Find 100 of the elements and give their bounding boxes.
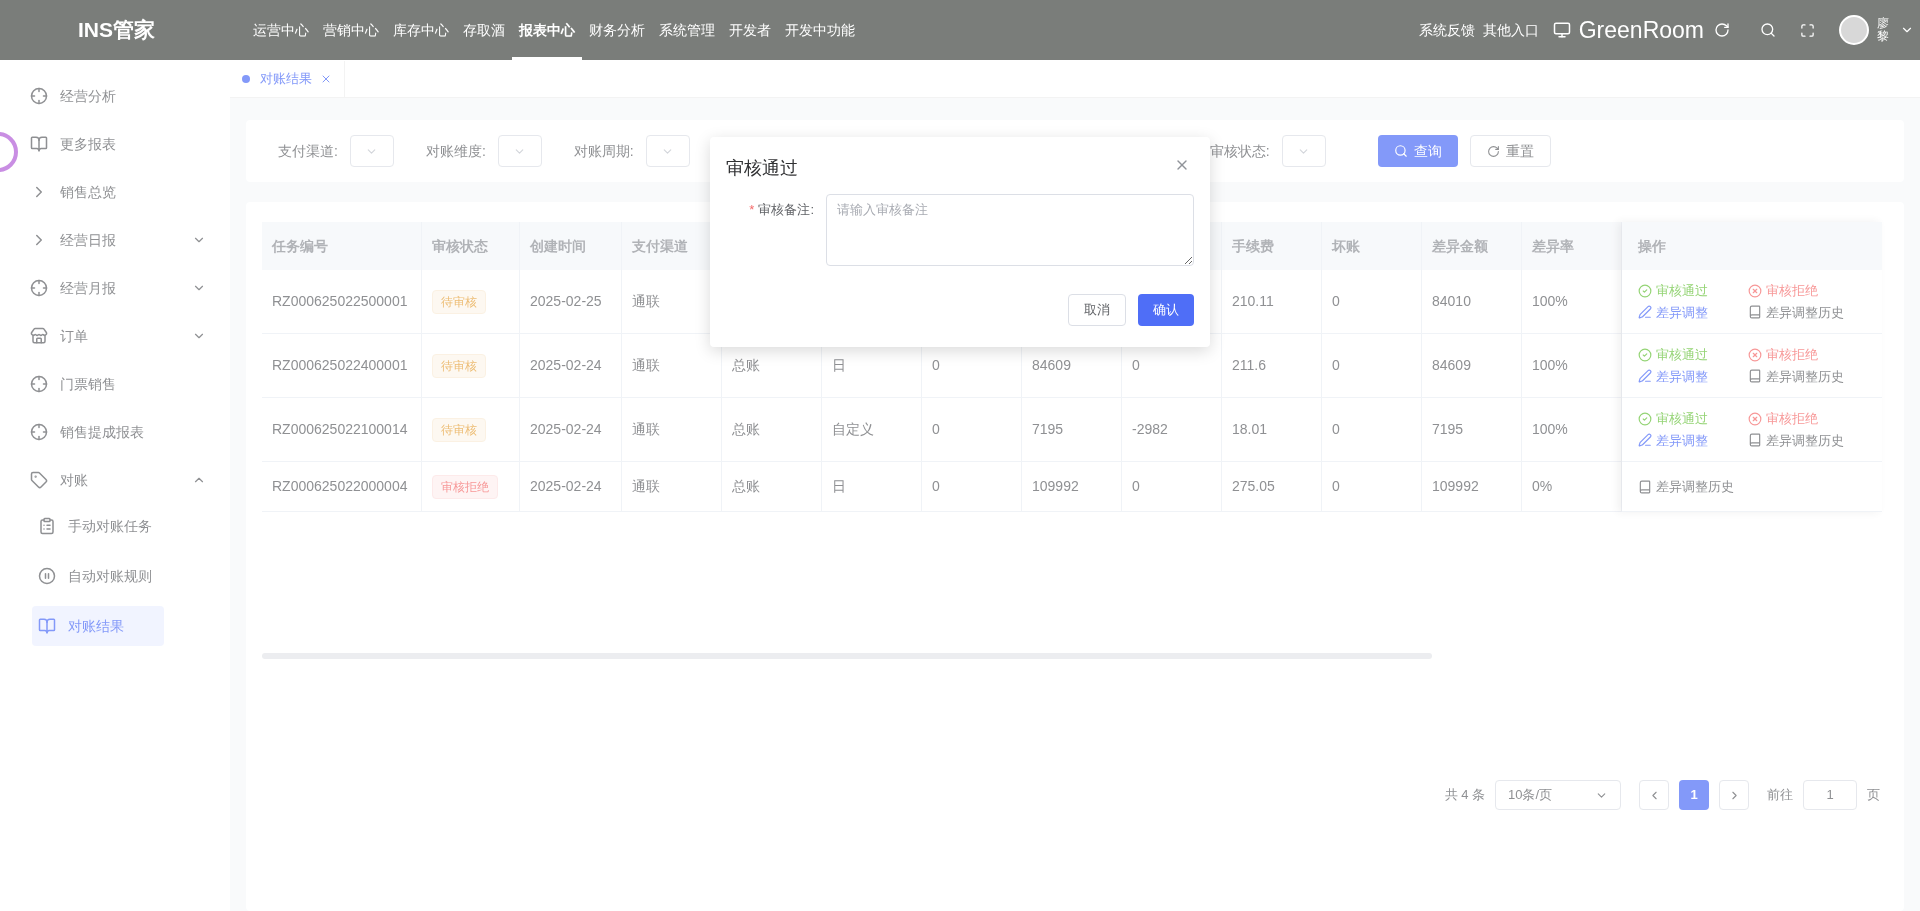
action-link[interactable]: 审核通过 — [1638, 281, 1748, 301]
refresh-icon[interactable] — [1714, 22, 1730, 38]
column-header: 手续费 — [1232, 236, 1274, 256]
nav-tab[interactable]: 运营中心 — [246, 0, 316, 60]
select-field[interactable] — [1281, 135, 1326, 167]
table-cell-text: 2025-02-24 — [530, 477, 602, 496]
store-name[interactable]: GreenRoom — [1578, 12, 1704, 48]
action-link[interactable]: 差异调整历史 — [1748, 302, 1888, 322]
table-cell-text: 0 — [1132, 477, 1140, 496]
select-field[interactable] — [349, 135, 394, 167]
select-field[interactable] — [497, 135, 542, 167]
status-tag: 待审核 — [432, 289, 486, 314]
table-cell-text: 84010 — [1432, 292, 1471, 311]
field-label: 审核备注: — [758, 201, 814, 219]
table-cell-text: 通联 — [632, 477, 660, 496]
action-link[interactable]: 差异调整 — [1638, 302, 1748, 322]
action-link[interactable]: 审核通过 — [1638, 345, 1748, 365]
close-icon[interactable] — [320, 73, 332, 85]
column-header: 坏账 — [1332, 236, 1360, 256]
nav-tab[interactable]: 开发中功能 — [778, 0, 862, 60]
clipboard-icon — [38, 517, 56, 535]
book-icon — [1748, 433, 1762, 448]
search-icon[interactable] — [1760, 22, 1776, 38]
action-link[interactable]: 审核拒绝 — [1748, 409, 1888, 429]
nav-tab[interactable]: 系统管理 — [652, 0, 722, 60]
sidebar-item[interactable]: 经营日报 — [0, 220, 230, 260]
filter-label: 对账周期: — [573, 141, 634, 161]
action-link[interactable]: 差异调整 — [1638, 366, 1748, 386]
goto-suffix: 页 — [1867, 786, 1880, 805]
table-cell-text: 自定义 — [832, 420, 874, 439]
header-link[interactable]: 其他入口 — [1482, 19, 1539, 41]
table-cell-text: 18.01 — [1232, 420, 1268, 439]
pause-icon — [38, 567, 56, 585]
nav-tab[interactable]: 库存中心 — [386, 0, 456, 60]
fullscreen-icon[interactable] — [1800, 22, 1815, 38]
book-icon — [1748, 369, 1762, 384]
pen-icon — [1638, 369, 1652, 384]
book-icon — [38, 617, 56, 635]
sidebar-item[interactable]: 手动对账任务 — [32, 506, 164, 546]
sidebar-item[interactable]: 订单 — [0, 316, 230, 356]
pen-icon — [1638, 433, 1652, 448]
page-size-select[interactable]: 10条/页 — [1495, 780, 1621, 810]
page-button[interactable]: 1 — [1679, 780, 1709, 810]
remark-field[interactable]: 请输入审核备注 — [826, 194, 1194, 266]
search-button[interactable]: 查询 — [1377, 135, 1458, 167]
column-header: 差异率 — [1532, 236, 1574, 256]
sidebar-item[interactable]: 对账 — [0, 460, 230, 500]
column-header: 操作 — [1638, 236, 1666, 256]
monitor-icon — [1552, 21, 1571, 39]
table-cell-text: 109992 — [1432, 477, 1479, 496]
check-circle-icon — [1638, 347, 1652, 362]
action-link[interactable]: 审核拒绝 — [1748, 281, 1888, 301]
pen-icon — [1638, 305, 1652, 320]
cancel-button[interactable]: 取消 — [1068, 294, 1126, 326]
table-cell-text: -2982 — [1132, 420, 1168, 439]
avatar[interactable] — [1839, 15, 1869, 45]
sidebar-item[interactable]: 更多报表 — [0, 124, 230, 164]
sidebar-item[interactable]: 经营分析 — [0, 76, 230, 116]
table-cell-text: 210.11 — [1232, 292, 1274, 311]
x-circle-icon — [1748, 347, 1762, 362]
action-link[interactable]: 审核通过 — [1638, 409, 1748, 429]
sidebar-item[interactable]: 门票销售 — [0, 364, 230, 404]
refresh-icon — [1486, 144, 1500, 158]
status-tag: 审核拒绝 — [432, 474, 498, 499]
user-name[interactable]: 廖黎 — [1877, 16, 1890, 44]
action-link[interactable]: 差异调整历史 — [1748, 366, 1888, 386]
select-field[interactable] — [645, 135, 690, 167]
table-cell-text: 日 — [832, 477, 846, 496]
search-icon — [1393, 144, 1408, 158]
x-circle-icon — [1748, 411, 1762, 426]
table-cell-text: 100% — [1532, 356, 1568, 375]
table-cell-text: 275.05 — [1232, 477, 1275, 496]
table-cell-text: 211.6 — [1232, 356, 1266, 375]
dialog-title: 审核通过 — [726, 157, 798, 180]
nav-tab[interactable]: 开发者 — [722, 0, 778, 60]
sidebar-item[interactable]: 销售总览 — [0, 172, 230, 212]
sidebar-item[interactable]: 销售提成报表 — [0, 412, 230, 452]
confirm-button[interactable]: 确认 — [1138, 294, 1194, 326]
page-input[interactable]: 1 — [1803, 780, 1857, 810]
action-link[interactable]: 审核拒绝 — [1748, 345, 1888, 365]
nav-tab[interactable]: 存取酒 — [456, 0, 512, 60]
tag-icon — [30, 471, 48, 489]
nav-tab[interactable]: 财务分析 — [582, 0, 652, 60]
table-cell-text: 0 — [1332, 356, 1340, 375]
sidebar-item[interactable]: 经营月报 — [0, 268, 230, 308]
action-link[interactable]: 差异调整 — [1638, 430, 1748, 450]
table-cell-text: 通联 — [632, 420, 660, 439]
check-circle-icon — [1638, 283, 1652, 298]
sidebar-item[interactable]: 对账结果 — [32, 606, 164, 646]
table-cell-text: 109992 — [1032, 477, 1079, 496]
table-cell-text: 0 — [932, 356, 940, 375]
sidebar-item[interactable]: 自动对账规则 — [32, 556, 164, 596]
nav-tab[interactable]: 营销中心 — [316, 0, 386, 60]
header-link[interactable]: 系统反馈 — [1418, 19, 1475, 41]
table-cell-text: 0% — [1532, 477, 1553, 496]
action-link[interactable]: 差异调整历史 — [1748, 430, 1888, 450]
action-link[interactable]: 差异调整历史 — [1638, 476, 1748, 497]
table-cell-text: 2025-02-25 — [530, 292, 602, 311]
table-cell-text: 总账 — [732, 356, 760, 375]
reset-button[interactable]: 重置 — [1469, 135, 1551, 167]
